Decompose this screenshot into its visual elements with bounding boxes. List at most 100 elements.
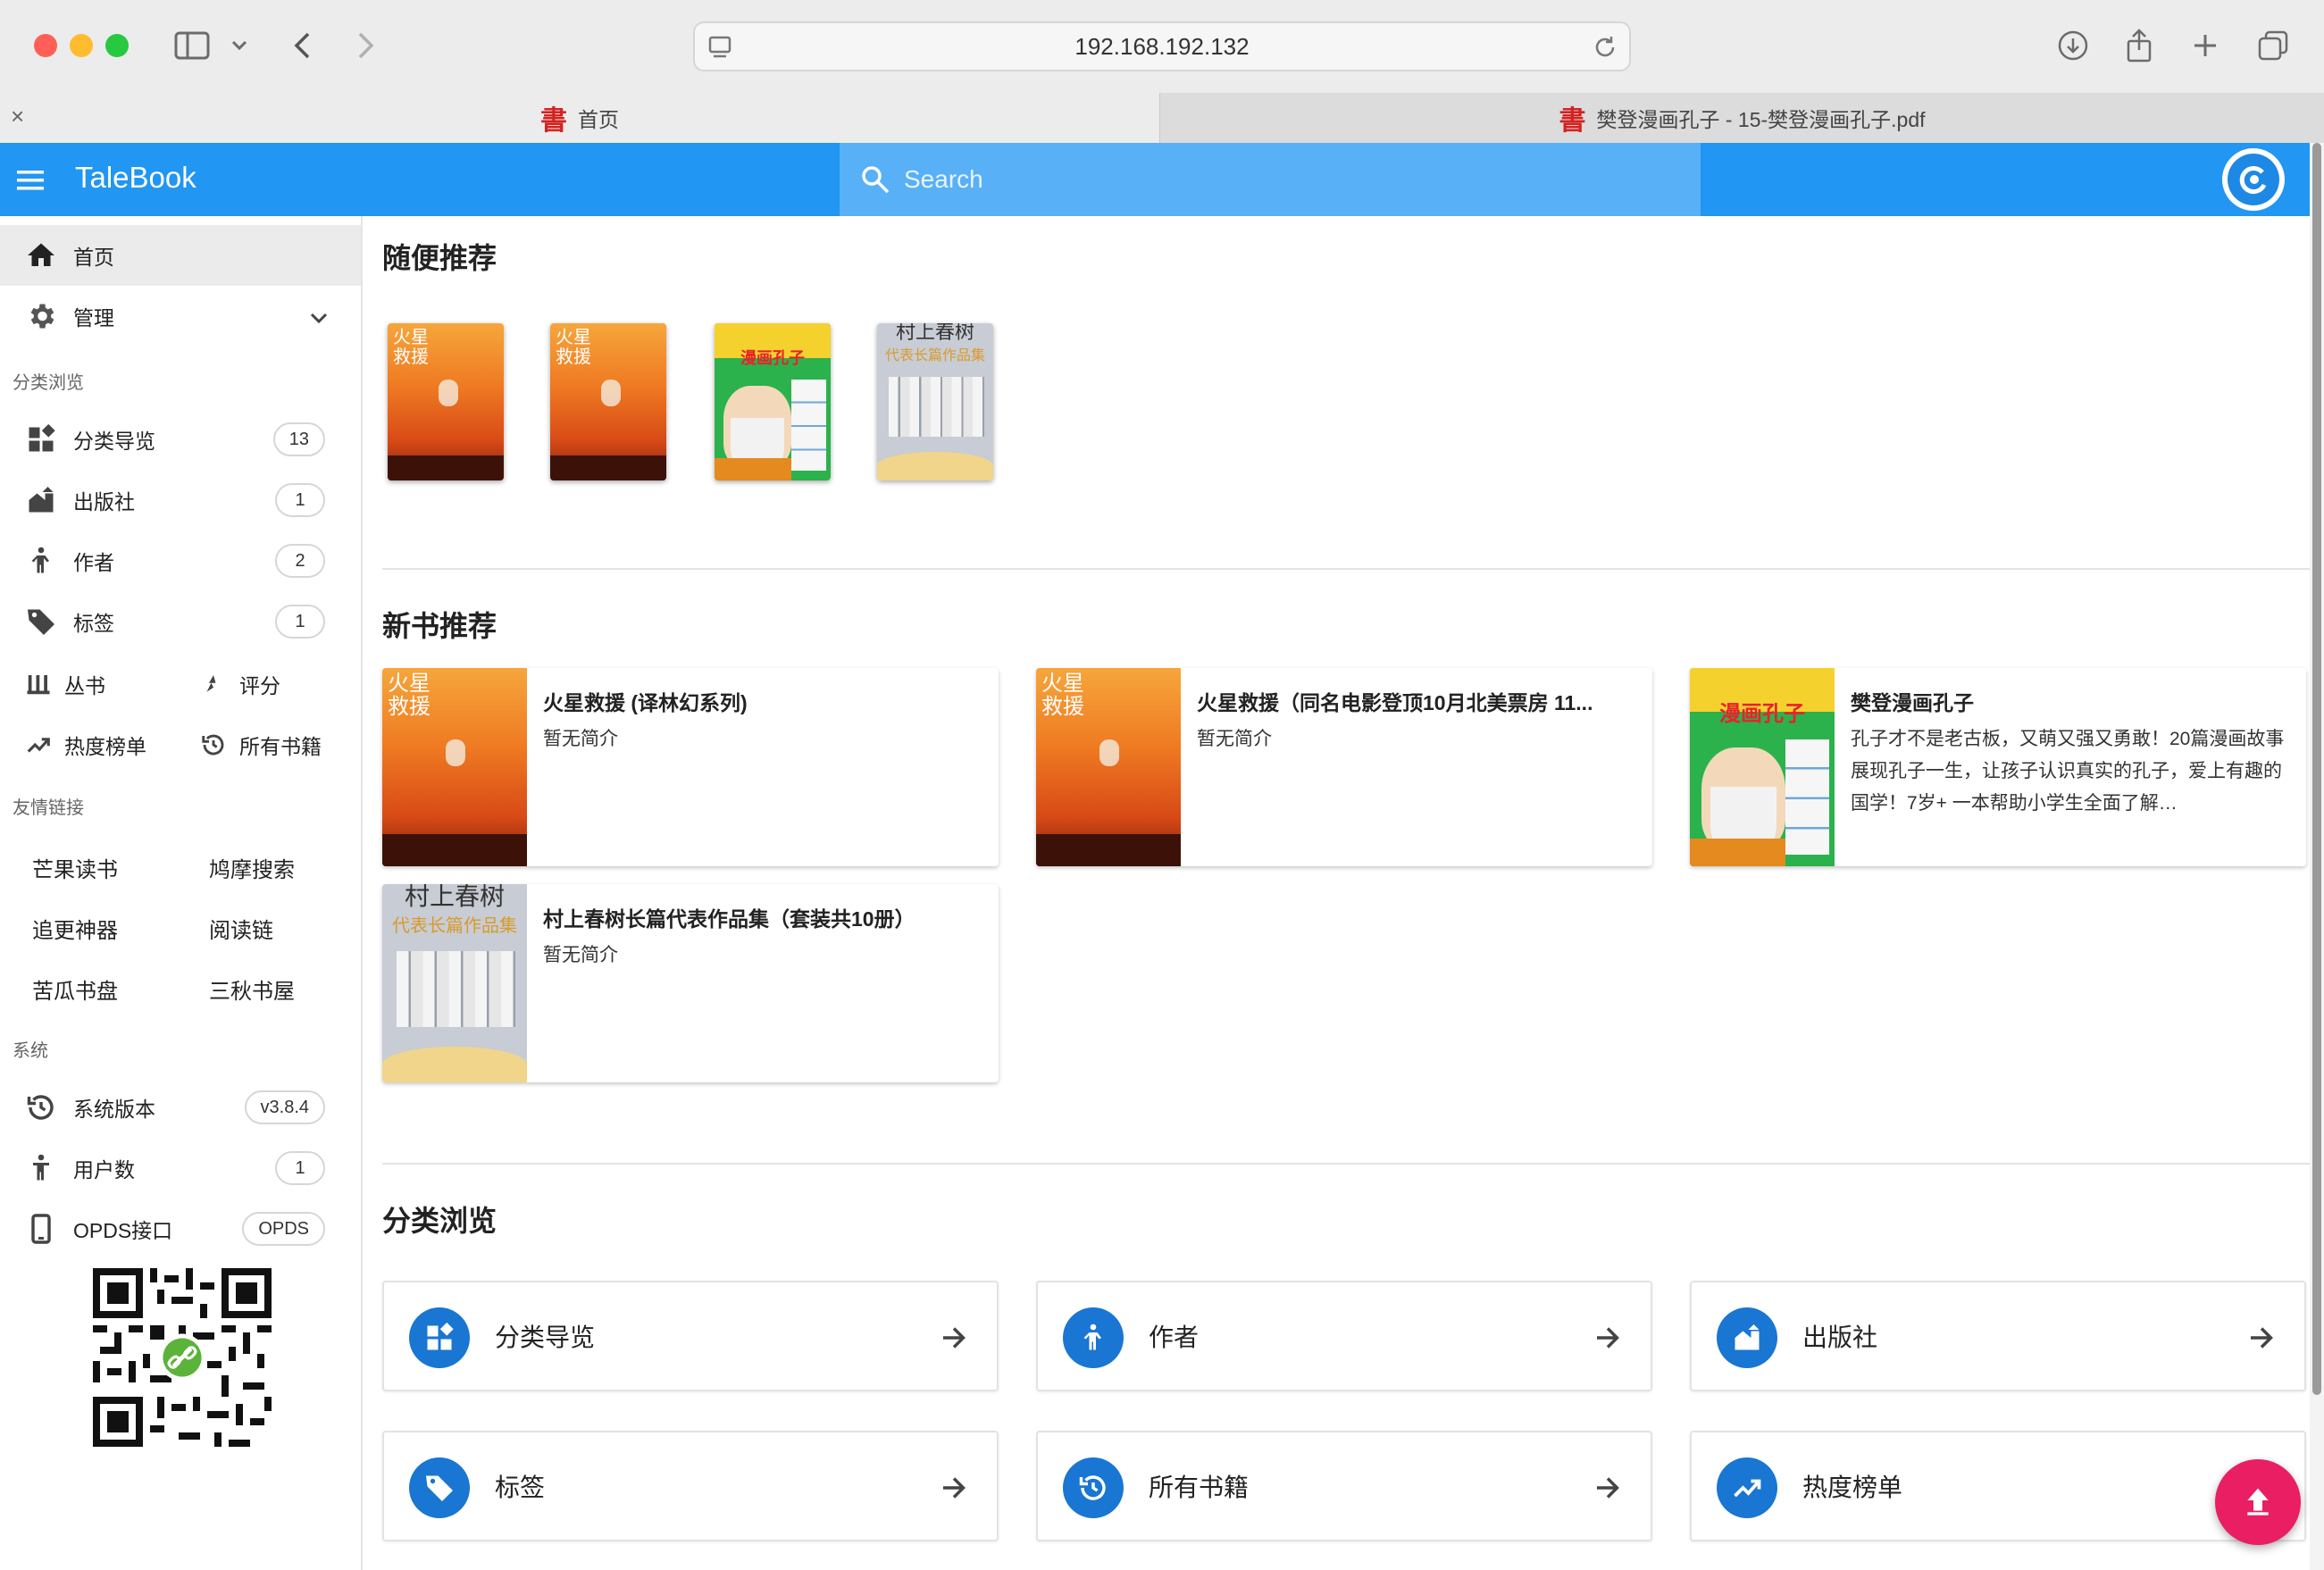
sidebar-item-trending[interactable]: 热度榜单: [25, 716, 146, 773]
cover-title: 村上春树: [404, 884, 505, 911]
category-card-category[interactable]: 分类导览: [382, 1281, 999, 1391]
reload-icon[interactable]: [1592, 34, 1618, 65]
phone-icon: [25, 1213, 57, 1245]
count-badge: 1: [275, 1151, 325, 1185]
random-book-cover[interactable]: 漫画孔子: [715, 323, 831, 480]
close-tab-icon[interactable]: ×: [11, 104, 32, 128]
history-icon: [200, 731, 227, 758]
category-icon: [409, 1307, 470, 1368]
category-label: 热度榜单: [1802, 1474, 1903, 1501]
category-label: 标签: [495, 1474, 546, 1501]
menu-icon[interactable]: [14, 164, 46, 196]
sidebar-item-opds[interactable]: OPDS接口 OPDS: [0, 1198, 361, 1259]
sidebar-item-all-books[interactable]: 所有书籍: [200, 716, 322, 773]
scrollbar-thumb[interactable]: [2312, 143, 2321, 1395]
sidebar-item-label: 首页: [73, 246, 114, 269]
link-mango-reading[interactable]: 芒果读书: [32, 852, 118, 883]
random-book-cover[interactable]: 火星 救援: [550, 323, 666, 480]
sidebar-item-users[interactable]: 用户数 1: [0, 1138, 361, 1198]
sidebar-item-label: 标签: [73, 612, 114, 635]
version-badge: v3.8.4: [244, 1090, 325, 1124]
book-card[interactable]: 火星 救援 火星救援 (译林幻系列) 暂无简介: [382, 668, 999, 866]
sidebar-item-admin[interactable]: 管理: [0, 286, 361, 347]
app-title[interactable]: TaleBook: [75, 161, 196, 195]
sidebar: 首页 管理 分类浏览 分类导览 13 出版社 1 作者 2 标签 1 丛书 评分…: [0, 216, 363, 1570]
new-tab-icon[interactable]: [2185, 25, 2226, 66]
sidebar-item-label: 所有书籍: [239, 735, 322, 758]
arrow-right-icon: [938, 1322, 970, 1354]
link-sanqiu[interactable]: 三秋书屋: [209, 973, 295, 1005]
book-card[interactable]: 漫画孔子 樊登漫画孔子 孔子才不是老古板，又萌又强又勇敢！20篇漫画故事展现孔子…: [1690, 668, 2306, 866]
tab-home[interactable]: × 書 首页: [0, 93, 1159, 143]
section-label-browse: 分类浏览: [13, 373, 84, 393]
tab-overview-icon[interactable]: [2253, 25, 2294, 66]
download-icon[interactable]: [2052, 25, 2094, 66]
forward-icon[interactable]: [345, 25, 386, 66]
link-zhuigeng[interactable]: 追更神器: [32, 913, 118, 944]
avatar[interactable]: [2222, 148, 2285, 211]
publisher-icon: [25, 484, 57, 516]
sidebar-item-label: 丛书: [64, 674, 105, 697]
link-kugua[interactable]: 苦瓜书盘: [32, 973, 118, 1005]
book-card[interactable]: 火星 救援 火星救援（同名电影登顶10月北美票房 11... 暂无简介: [1036, 668, 1652, 866]
chevron-down-icon[interactable]: [222, 25, 257, 66]
site-settings-icon[interactable]: [707, 34, 734, 65]
share-icon[interactable]: [2119, 25, 2160, 66]
count-badge: 1: [275, 605, 325, 639]
trending-icon: [25, 731, 52, 758]
link-jiumo-search[interactable]: 鸠摩搜索: [209, 852, 295, 883]
history-icon: [25, 1091, 57, 1123]
category-icon: [25, 423, 57, 455]
category-label: 出版社: [1802, 1324, 1878, 1351]
favicon-icon: 書: [1559, 105, 1586, 137]
main-content: 随便推荐 火星 救援 火星 救援 漫画孔子 村上春树 代表长篇作品集 新书推荐 火星救…: [363, 216, 2310, 1570]
book-title: 村上春树长篇代表作品集（套装共10册）: [543, 907, 915, 931]
cover-subtitle: 代表长篇作品集: [392, 914, 517, 936]
sidebar-item-home[interactable]: 首页: [0, 225, 361, 286]
close-window-button[interactable]: [34, 34, 57, 57]
book-description: 孔子才不是老古板，又萌又强又勇敢！20篇漫画故事展现孔子一生，让孩子认识真实的孔…: [1851, 729, 2285, 814]
author-icon: [25, 545, 57, 577]
cover-title: 火星 救援: [388, 671, 431, 719]
cover-title: 漫画孔子: [1719, 702, 1805, 727]
sidebar-item-label: 系统版本: [73, 1098, 155, 1121]
section-label-system: 系统: [13, 1041, 48, 1061]
search-input[interactable]: Search: [840, 143, 1701, 216]
home-icon: [25, 239, 57, 271]
trending-icon: [1717, 1457, 1777, 1518]
category-card-trending[interactable]: 热度榜单: [1690, 1431, 2306, 1541]
maximize-window-button[interactable]: [105, 34, 129, 57]
sidebar-item-series[interactable]: 丛书: [25, 656, 105, 713]
sidebar-item-version[interactable]: 系统版本 v3.8.4: [0, 1077, 361, 1138]
address-bar[interactable]: 192.168.192.132: [693, 21, 1631, 71]
category-label: 作者: [1149, 1324, 1200, 1351]
sidebar-item-label: 管理: [73, 306, 114, 330]
minimize-window-button[interactable]: [70, 34, 93, 57]
page-scrollbar[interactable]: [2310, 143, 2324, 1570]
back-icon[interactable]: [282, 25, 323, 66]
section-title-category: 分类浏览: [382, 1205, 497, 1237]
category-card-author[interactable]: 作者: [1036, 1281, 1652, 1391]
sidebar-toggle-icon[interactable]: [171, 25, 213, 66]
book-card[interactable]: 村上春树 代表长篇作品集 村上春树长篇代表作品集（套装共10册） 暂无简介: [382, 884, 999, 1082]
sidebar-item-label: 作者: [73, 551, 114, 574]
category-card-all-books[interactable]: 所有书籍: [1036, 1431, 1652, 1541]
cover-subtitle: 代表长篇作品集: [884, 347, 985, 363]
sidebar-item-rating[interactable]: 评分: [200, 656, 280, 713]
upload-button[interactable]: [2215, 1459, 2301, 1545]
category-card-tag[interactable]: 标签: [382, 1431, 999, 1541]
arrow-right-icon: [2245, 1322, 2278, 1354]
random-book-cover[interactable]: 村上春树 代表长篇作品集: [877, 323, 993, 480]
random-book-cover[interactable]: 火星 救援: [388, 323, 504, 480]
sidebar-item-category[interactable]: 分类导览 13: [0, 409, 361, 470]
category-card-publisher[interactable]: 出版社: [1690, 1281, 2306, 1391]
tab-pdf[interactable]: 書 樊登漫画孔子 - 15-樊登漫画孔子.pdf: [1159, 93, 2324, 143]
cover-title: 漫画孔子: [740, 348, 805, 367]
tag-icon: [25, 605, 57, 638]
sidebar-item-author[interactable]: 作者 2: [0, 530, 361, 591]
sidebar-item-tag[interactable]: 标签 1: [0, 591, 361, 652]
history-icon: [1063, 1457, 1124, 1518]
publisher-icon: [1717, 1307, 1777, 1368]
link-yueduchain[interactable]: 阅读链: [209, 913, 273, 944]
sidebar-item-publisher[interactable]: 出版社 1: [0, 470, 361, 530]
